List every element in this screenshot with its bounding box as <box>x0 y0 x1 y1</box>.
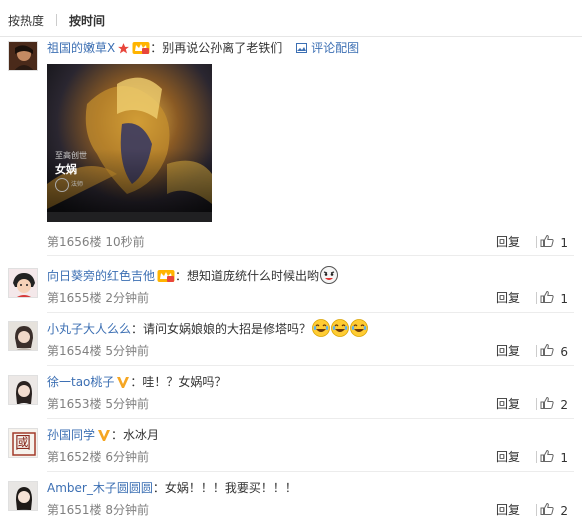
like-button[interactable]: 1 <box>540 290 568 307</box>
comment-time: 6分钟前 <box>105 450 150 464</box>
avatar[interactable] <box>8 321 38 351</box>
reply-button[interactable]: 回复 <box>496 234 520 250</box>
image-caption-name: 女娲 <box>55 163 77 176</box>
comment-meta: 第1654楼 5分钟前 <box>47 343 149 359</box>
comment-text: ：哇！？女娲吗？ <box>130 375 227 389</box>
comment-meta: 第1651楼 8分钟前 <box>47 502 149 518</box>
comment-meta: 第1653楼 5分钟前 <box>47 396 149 412</box>
like-count: 1 <box>560 235 568 250</box>
floor-number: 第1652楼 <box>47 450 102 464</box>
comment-divider <box>47 255 574 256</box>
action-separator <box>536 504 537 516</box>
sort-bar: 按热度 按时间 <box>8 10 105 30</box>
cheeky-emoji-icon <box>320 266 339 284</box>
comment-picture-link[interactable]: 评论配图 <box>296 41 359 55</box>
vip-crown-icon <box>132 41 150 60</box>
comment-image[interactable]: 至高创世 女娲 法师 <box>47 64 212 229</box>
thumbs-up-icon <box>540 449 560 466</box>
avatar[interactable] <box>8 481 38 511</box>
comment-time: 10秒前 <box>105 235 145 249</box>
vip-crown-icon <box>157 269 175 288</box>
comment-divider <box>47 471 574 472</box>
laugh-emoji-icon <box>331 319 349 337</box>
reply-button[interactable]: 回复 <box>496 502 520 518</box>
comment-text: ：别再说公孙离了老铁们 <box>150 41 283 55</box>
sort-by-time[interactable]: 按时间 <box>69 12 105 29</box>
comment-text: ：水冰月 <box>111 428 160 442</box>
comment-text: ：请问女娲娘娘的大招是修塔吗？ <box>131 322 312 336</box>
action-separator <box>536 345 537 357</box>
floor-number: 第1654楼 <box>47 344 102 358</box>
like-button[interactable]: 2 <box>540 396 568 413</box>
floor-number: 第1653楼 <box>47 397 102 411</box>
action-separator <box>536 236 537 248</box>
like-count: 2 <box>560 397 568 412</box>
floor-number: 第1656楼 <box>47 235 102 249</box>
action-separator <box>536 292 537 304</box>
comment-meta: 第1656楼 10秒前 <box>47 234 145 250</box>
thumbs-up-icon <box>540 396 560 413</box>
floor-number: 第1655楼 <box>47 291 102 305</box>
thumbs-up-icon <box>540 234 560 251</box>
sort-by-hot[interactable]: 按热度 <box>8 12 44 29</box>
avatar-seal-char: 國 <box>14 433 31 452</box>
action-separator <box>536 398 537 410</box>
like-button[interactable]: 1 <box>540 234 568 251</box>
username[interactable]: 祖国的嫩草X <box>47 41 115 55</box>
verified-v-icon <box>116 376 130 394</box>
like-count: 6 <box>560 344 568 359</box>
image-caption-small: 法师 <box>71 181 84 188</box>
reply-button[interactable]: 回复 <box>496 396 520 412</box>
comment-divider <box>47 418 574 419</box>
avatar[interactable] <box>8 268 38 298</box>
sort-separator <box>56 14 58 26</box>
username[interactable]: 向日葵旁的红色吉他 <box>47 269 155 283</box>
avatar[interactable] <box>8 375 38 405</box>
laugh-emoji-icon <box>312 319 330 337</box>
comment-time: 2分钟前 <box>105 291 150 305</box>
reply-button[interactable]: 回复 <box>496 290 520 306</box>
like-count: 1 <box>560 450 568 465</box>
image-class-icon <box>55 178 69 192</box>
username[interactable]: 孙国同学 <box>47 428 95 442</box>
comment-text: ：女娲！！！我要买！！！ <box>152 481 297 495</box>
comment-divider <box>47 312 574 313</box>
thumbs-up-icon <box>540 290 560 307</box>
comment-time: 5分钟前 <box>105 344 150 358</box>
comment-time: 5分钟前 <box>105 397 150 411</box>
like-button[interactable]: 2 <box>540 502 568 519</box>
comment-time: 8分钟前 <box>105 503 150 517</box>
reply-button[interactable]: 回复 <box>496 343 520 359</box>
like-button[interactable]: 6 <box>540 343 568 360</box>
avatar[interactable]: 國 <box>8 428 38 458</box>
username[interactable]: 小丸子大人么么 <box>47 322 131 336</box>
like-count: 2 <box>560 503 568 518</box>
verified-v-icon <box>97 429 111 447</box>
laugh-emoji-icon <box>350 319 368 337</box>
username[interactable]: Amber_木子圆圆圆 <box>47 481 153 495</box>
thumbs-up-icon <box>540 502 560 519</box>
picture-icon <box>296 41 311 55</box>
image-bottom-strip <box>47 222 212 229</box>
comment-text: ：想知道庞统什么时候出哟 <box>175 269 320 283</box>
comment-divider <box>47 365 574 366</box>
avatar[interactable] <box>8 41 38 71</box>
image-caption-top: 至高创世 <box>55 151 87 160</box>
thumbs-up-icon <box>540 343 560 360</box>
comment-meta: 第1655楼 2分钟前 <box>47 290 149 306</box>
comment-meta: 第1652楼 6分钟前 <box>47 449 149 465</box>
list-top-divider <box>0 36 582 37</box>
star-icon <box>117 42 130 60</box>
like-count: 1 <box>560 291 568 306</box>
reply-button[interactable]: 回复 <box>496 449 520 465</box>
floor-number: 第1651楼 <box>47 503 102 517</box>
action-separator <box>536 451 537 463</box>
like-button[interactable]: 1 <box>540 449 568 466</box>
username[interactable]: 徐一tao桃子 <box>47 375 114 389</box>
